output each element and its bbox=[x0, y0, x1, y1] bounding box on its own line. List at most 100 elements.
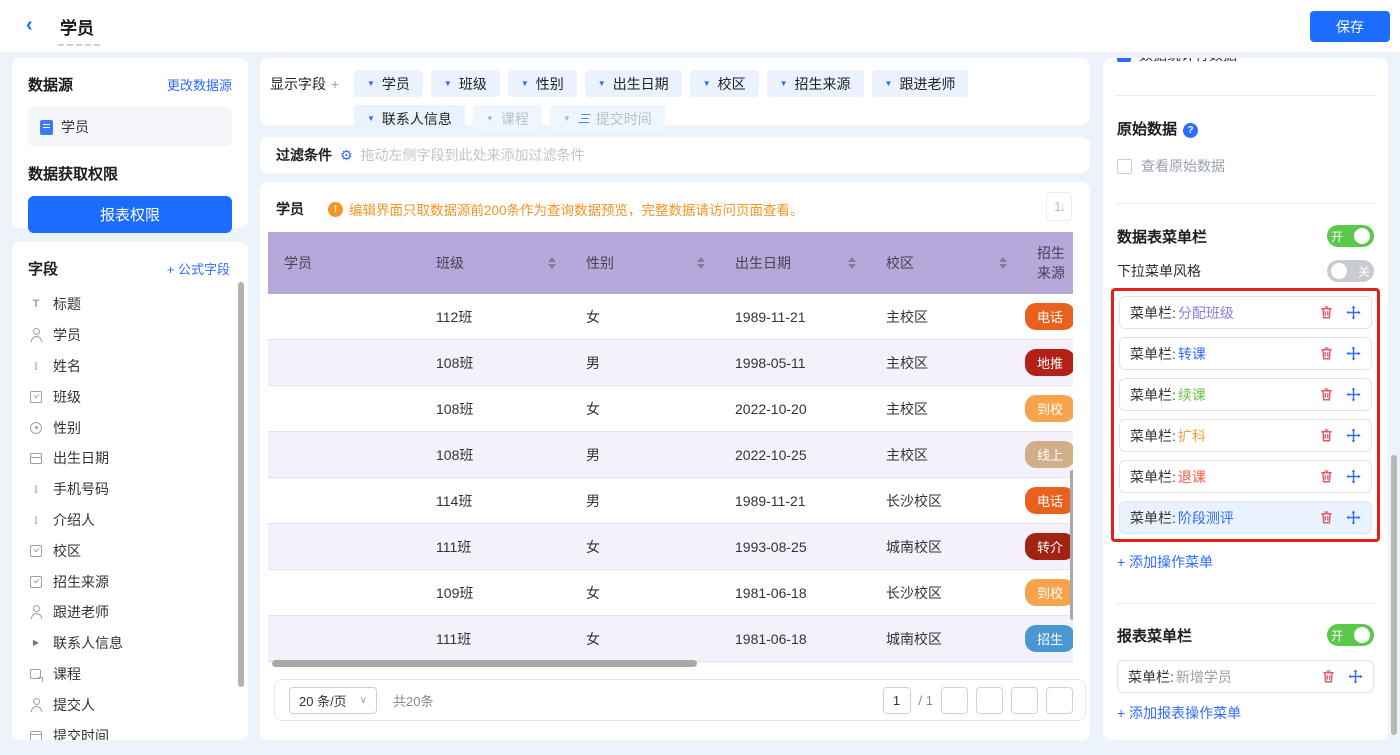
page-nav-button[interactable] bbox=[976, 687, 1003, 714]
sort-arrows-icon[interactable] bbox=[548, 257, 556, 269]
field-item[interactable]: 招生来源 bbox=[28, 566, 238, 597]
trash-icon[interactable] bbox=[1319, 428, 1334, 443]
trash-icon[interactable] bbox=[1319, 387, 1334, 402]
sort-order-button[interactable]: 1↓ bbox=[1046, 192, 1072, 221]
help-icon[interactable]: ? bbox=[1183, 123, 1198, 138]
cell-class: 111班 bbox=[420, 616, 570, 661]
field-type-icon bbox=[28, 512, 44, 528]
menu-item-name[interactable]: 续课 bbox=[1178, 385, 1206, 405]
display-field-chip[interactable]: ▼ 跟进老师 bbox=[872, 70, 969, 97]
trash-icon[interactable] bbox=[1319, 346, 1334, 361]
page-title[interactable]: 学员 bbox=[58, 14, 100, 46]
page-size-select[interactable]: 20 条/页 ∨ bbox=[289, 687, 377, 714]
move-icon[interactable] bbox=[1348, 669, 1363, 684]
display-field-chip[interactable]: ▼ 课程 bbox=[473, 105, 542, 132]
move-icon[interactable] bbox=[1346, 346, 1361, 361]
chevron-down-icon: ▼ bbox=[367, 79, 375, 88]
field-item[interactable]: 提交时间 bbox=[28, 720, 238, 740]
save-button[interactable]: 保存 bbox=[1310, 11, 1390, 42]
trash-icon[interactable] bbox=[1319, 305, 1334, 320]
display-field-chip[interactable]: ▼ 性别 bbox=[508, 70, 577, 97]
field-item[interactable]: 出生日期 bbox=[28, 443, 238, 474]
display-field-chip[interactable]: ▼ 出生日期 bbox=[585, 70, 682, 97]
menu-item-name[interactable]: 扩科 bbox=[1178, 426, 1206, 446]
field-item[interactable]: 校区 bbox=[28, 535, 238, 566]
view-raw-data-checkbox[interactable]: 查看原始数据 bbox=[1117, 156, 1374, 176]
page-nav-button[interactable] bbox=[1046, 687, 1073, 714]
source-badge: 地推 bbox=[1025, 349, 1073, 376]
move-icon[interactable] bbox=[1346, 387, 1361, 402]
chevron-down-icon: ▼ bbox=[367, 114, 375, 123]
page-nav-button[interactable] bbox=[1011, 687, 1038, 714]
field-item[interactable]: 学员 bbox=[28, 320, 238, 351]
sort-arrows-icon[interactable] bbox=[999, 257, 1007, 269]
table-header-cell[interactable]: 校区 bbox=[870, 232, 1021, 294]
page-number-input[interactable]: 1 bbox=[883, 687, 911, 714]
cell-birthdate: 1998-05-11 bbox=[719, 340, 870, 385]
field-item[interactable]: 性别 bbox=[28, 412, 238, 443]
report-menu-toggle[interactable]: 开 bbox=[1327, 624, 1374, 646]
field-item[interactable]: 标题 bbox=[28, 289, 238, 320]
menu-item-prefix: 菜单栏: bbox=[1130, 426, 1176, 446]
table-vertical-scrollbar[interactable] bbox=[1070, 470, 1073, 620]
display-field-chip[interactable]: ▼ 三 提交时间 bbox=[550, 105, 665, 132]
menu-item-name[interactable]: 新增学员 bbox=[1176, 667, 1232, 687]
add-field-icon[interactable]: + bbox=[331, 76, 339, 92]
source-badge: 电话 bbox=[1025, 487, 1073, 514]
table-header-cell[interactable]: 学员 bbox=[268, 232, 420, 294]
field-item[interactable]: 手机号码 bbox=[28, 474, 238, 505]
back-icon[interactable]: ‹ bbox=[26, 14, 33, 37]
change-datasource-link[interactable]: 更改数据源 bbox=[167, 75, 232, 94]
display-field-chip[interactable]: ▼ 学员 bbox=[354, 70, 423, 97]
table-header-cell[interactable]: 班级 bbox=[420, 232, 570, 294]
menu-item-name[interactable]: 阶段测评 bbox=[1178, 508, 1234, 528]
formula-field-link[interactable]: + 公式字段 bbox=[167, 259, 230, 278]
move-icon[interactable] bbox=[1346, 510, 1361, 525]
add-report-action-menu-link[interactable]: + 添加报表操作菜单 bbox=[1117, 703, 1374, 723]
datasource-item[interactable]: 学员 bbox=[28, 107, 232, 147]
gear-icon[interactable]: ⚙ bbox=[340, 147, 353, 164]
page-scrollbar[interactable] bbox=[1391, 455, 1397, 735]
table-header-cell[interactable]: 性别 bbox=[570, 232, 719, 294]
field-item[interactable]: 联系人信息 bbox=[28, 628, 238, 659]
move-icon[interactable] bbox=[1346, 305, 1361, 320]
cell-campus: 城南校区 bbox=[870, 524, 1021, 569]
field-item[interactable]: 课程 bbox=[28, 659, 238, 690]
chip-label: 性别 bbox=[536, 74, 564, 94]
trash-icon[interactable] bbox=[1319, 510, 1334, 525]
trash-icon[interactable] bbox=[1319, 469, 1334, 484]
menu-item-name[interactable]: 退课 bbox=[1178, 467, 1206, 487]
table-horizontal-scrollbar[interactable] bbox=[272, 660, 697, 667]
menu-item-name[interactable]: 分配班级 bbox=[1178, 303, 1234, 323]
table-row: 108班 男 1998-05-11 主校区 地推 bbox=[268, 340, 1073, 386]
sort-arrows-icon[interactable] bbox=[697, 257, 705, 269]
display-field-chip[interactable]: ▼ 班级 bbox=[431, 70, 500, 97]
field-label: 性别 bbox=[53, 418, 81, 438]
table-header-cell[interactable]: 出生日期 bbox=[719, 232, 870, 294]
checkbox-checked-icon[interactable]: ✓ bbox=[1117, 58, 1131, 62]
trash-icon[interactable] bbox=[1321, 669, 1336, 684]
column-label: 出生日期 bbox=[735, 253, 791, 273]
field-item[interactable]: 介绍人 bbox=[28, 505, 238, 536]
menu-item-name[interactable]: 转课 bbox=[1178, 344, 1206, 364]
table-header-cell[interactable]: 招生来源 bbox=[1021, 232, 1073, 294]
chip-label: 校区 bbox=[718, 74, 746, 94]
add-action-menu-link[interactable]: + 添加操作菜单 bbox=[1117, 552, 1374, 572]
display-field-chip[interactable]: ▼ 招生来源 bbox=[767, 70, 864, 97]
sort-arrows-icon[interactable] bbox=[848, 257, 856, 269]
field-item[interactable]: 班级 bbox=[28, 381, 238, 412]
field-item[interactable]: 提交人 bbox=[28, 689, 238, 720]
display-field-chip[interactable]: ▼ 联系人信息 bbox=[354, 105, 465, 132]
report-permission-button[interactable]: 报表权限 bbox=[28, 196, 232, 233]
display-field-chip[interactable]: ▼ 校区 bbox=[690, 70, 759, 97]
dropdown-style-toggle[interactable]: 关 bbox=[1327, 260, 1374, 282]
field-label: 校区 bbox=[53, 541, 81, 561]
field-item[interactable]: 跟进老师 bbox=[28, 597, 238, 628]
table-menu-toggle[interactable]: 开 bbox=[1327, 225, 1374, 247]
page-nav-button[interactable] bbox=[941, 687, 968, 714]
move-icon[interactable] bbox=[1346, 428, 1361, 443]
move-icon[interactable] bbox=[1346, 469, 1361, 484]
fields-scrollbar[interactable] bbox=[238, 282, 244, 687]
field-item[interactable]: 姓名 bbox=[28, 351, 238, 382]
cell-gender: 女 bbox=[570, 524, 719, 569]
